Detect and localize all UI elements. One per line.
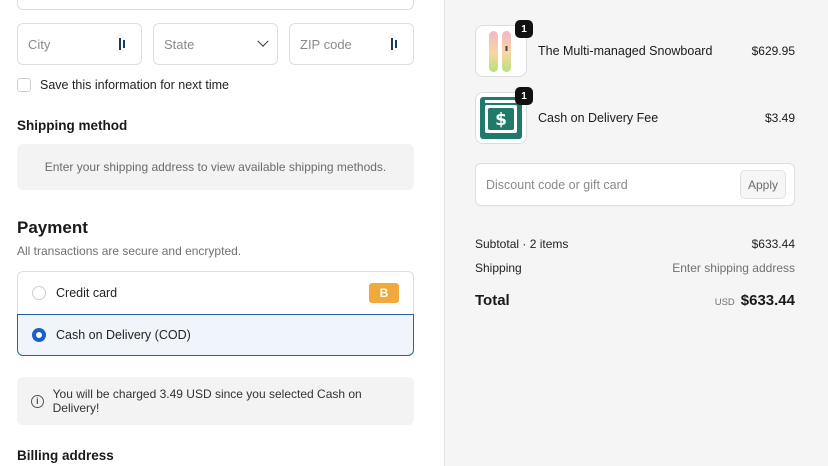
city-input[interactable]: City: [17, 23, 142, 65]
chevron-down-icon: [257, 35, 269, 47]
checkout-form: City State ZIP code Save this informatio…: [0, 0, 444, 466]
billing-address-heading: Billing address: [17, 448, 114, 463]
shipping-notice: Enter your shipping address to view avai…: [17, 144, 414, 190]
total-row: Total USD $633.44: [475, 292, 795, 309]
shipping-row: Shipping Enter shipping address: [475, 261, 795, 275]
product-thumbnail: $ 1: [475, 87, 533, 144]
card-brand-icon: B: [369, 283, 399, 303]
quantity-badge: 1: [515, 20, 533, 38]
subtotal-value: $633.44: [751, 237, 795, 251]
zip-input[interactable]: ZIP code: [289, 23, 414, 65]
shipping-value: Enter shipping address: [672, 261, 795, 275]
payment-option-cod[interactable]: Cash on Delivery (COD): [17, 314, 414, 356]
currency-code: USD: [714, 297, 735, 308]
autofill-icon: [391, 37, 403, 51]
order-summary: 1 The Multi-managed Snowboard $629.95 $ …: [444, 0, 828, 466]
order-item: 1 The Multi-managed Snowboard $629.95: [475, 20, 795, 78]
cod-info-box: i You will be charged 3.49 USD since you…: [17, 377, 414, 425]
payment-option-credit-card[interactable]: Credit card B: [17, 271, 414, 314]
item-name: The Multi-managed Snowboard: [538, 44, 713, 58]
order-item: $ 1 Cash on Delivery Fee $3.49: [475, 87, 795, 145]
item-name: Cash on Delivery Fee: [538, 111, 659, 125]
save-info-row[interactable]: Save this information for next time: [17, 78, 229, 92]
shipping-method-heading: Shipping method: [17, 118, 128, 133]
radio-cod[interactable]: [32, 328, 46, 342]
autofill-icon: [119, 37, 131, 51]
shipping-label: Shipping: [475, 261, 522, 275]
product-thumbnail: 1: [475, 20, 533, 77]
address-field[interactable]: [17, 0, 414, 10]
subtotal-row: Subtotal · 2 items $633.44: [475, 237, 795, 251]
item-price: $629.95: [751, 44, 795, 58]
payment-heading: Payment: [17, 218, 88, 237]
save-info-checkbox[interactable]: [17, 78, 31, 92]
total-value: $633.44: [740, 292, 795, 309]
radio-credit-card[interactable]: [32, 286, 46, 300]
state-select[interactable]: State: [153, 23, 278, 65]
apply-button[interactable]: Apply: [740, 170, 786, 199]
subtotal-label: Subtotal · 2 items: [475, 237, 569, 251]
payment-options: Credit card B Cash on Delivery (COD): [17, 271, 414, 356]
discount-input[interactable]: Discount code or gift card Apply: [475, 163, 795, 206]
save-info-label: Save this information for next time: [40, 78, 229, 92]
total-amount: USD $633.44: [715, 292, 795, 309]
info-icon: i: [31, 394, 44, 408]
quantity-badge: 1: [515, 87, 533, 105]
payment-subtitle: All transactions are secure and encrypte…: [17, 244, 242, 258]
svg-text:$: $: [495, 110, 507, 130]
item-price: $3.49: [764, 111, 795, 125]
cod-info-text: You will be charged 3.49 USD since you s…: [52, 387, 362, 415]
total-label: Total: [475, 292, 510, 309]
